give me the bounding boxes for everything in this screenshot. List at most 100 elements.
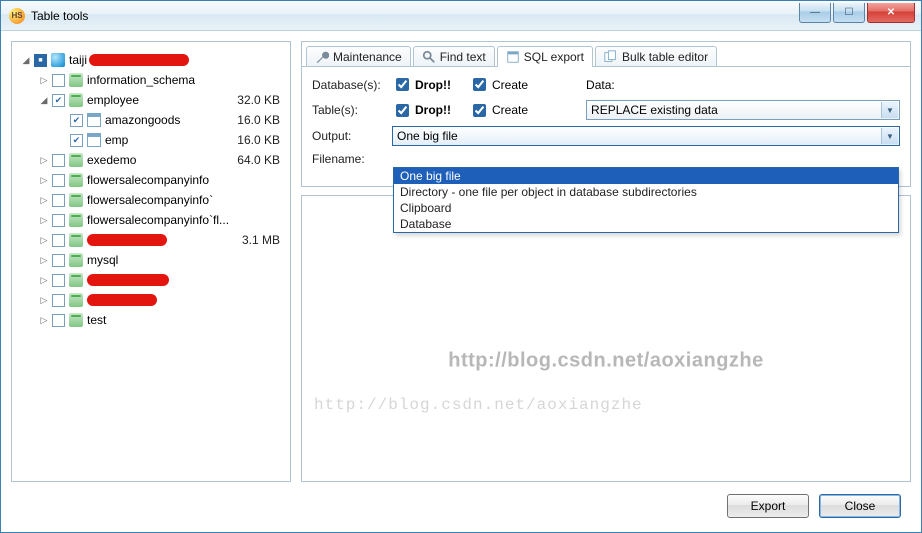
database-icon [69, 173, 83, 187]
checkbox-input[interactable] [473, 104, 486, 117]
tab-bulk[interactable]: Bulk table editor [595, 46, 717, 67]
checkbox-icon[interactable] [52, 274, 65, 287]
checkbox-icon[interactable] [52, 314, 65, 327]
checkbox-icon[interactable] [70, 114, 83, 127]
redaction [87, 234, 167, 246]
chevron-down-icon[interactable]: ▼ [881, 128, 898, 144]
tree-item[interactable]: ▷ 3.1 MB [16, 230, 286, 250]
expander-icon[interactable]: ▷ [38, 295, 50, 306]
checkbox-icon[interactable] [52, 294, 65, 307]
tree-root-label: taiji [69, 53, 87, 67]
tree-item[interactable]: ▷ flowersalecompanyinfo` [16, 190, 286, 210]
expander-icon[interactable]: ▷ [38, 195, 50, 206]
expander-icon[interactable]: ▷ [38, 235, 50, 246]
tab-sql-export[interactable]: SQL export [497, 46, 593, 67]
chevron-down-icon[interactable]: ▼ [881, 102, 898, 118]
tree-item[interactable]: ▷ emp 16.0 KB [16, 130, 286, 150]
checkbox-label: Drop!! [415, 78, 451, 92]
expander-icon[interactable]: ▷ [38, 255, 50, 266]
row-output: Output: One big file ▼ [312, 126, 900, 146]
dropdown-item-database[interactable]: Database [394, 216, 898, 232]
checkbox-icon[interactable] [52, 234, 65, 247]
expander-icon[interactable]: ▷ [38, 215, 50, 226]
maximize-button[interactable]: ☐ [833, 3, 865, 23]
expander-icon[interactable]: ▷ [38, 315, 50, 326]
checkbox-label: Drop!! [415, 103, 451, 117]
expander-icon[interactable]: ▷ [38, 75, 50, 86]
export-button[interactable]: Export [727, 494, 809, 518]
checkbox-icon[interactable] [34, 54, 47, 67]
tree-panel: ◢ taiji ▷ information_schema ◢ employ [11, 41, 291, 482]
database-icon [69, 213, 83, 227]
tree-item[interactable]: ▷ amazongoods 16.0 KB [16, 110, 286, 130]
minimize-button[interactable]: — [799, 3, 831, 23]
db-drop-checkbox[interactable]: Drop!! [392, 75, 451, 94]
checkbox-input[interactable] [473, 78, 486, 91]
tbl-create-checkbox[interactable]: Create [469, 101, 528, 120]
tree-item-size: 16.0 KB [237, 133, 280, 147]
tree-root[interactable]: ◢ taiji [16, 50, 286, 70]
tree-item-label: flowersalecompanyinfo` [87, 193, 213, 207]
tree-item[interactable]: ▷ information_schema [16, 70, 286, 90]
tree-item-size: 16.0 KB [237, 113, 280, 127]
checkbox-icon[interactable] [52, 74, 65, 87]
expander-icon[interactable]: ▷ [38, 155, 50, 166]
tab-find[interactable]: Find text [413, 46, 495, 67]
tab-body: Database(s): Drop!! Create Data: Table(s… [302, 66, 910, 186]
databases-label: Database(s): [312, 78, 384, 92]
checkbox-input[interactable] [396, 78, 409, 91]
close-button[interactable]: Close [819, 494, 901, 518]
window-close-button[interactable]: ✕ [867, 3, 915, 23]
tab-label: Maintenance [333, 50, 402, 64]
data-combo[interactable]: REPLACE existing data ▼ [586, 100, 900, 120]
checkbox-input[interactable] [396, 104, 409, 117]
checkbox-icon[interactable] [52, 94, 65, 107]
database-icon [69, 313, 83, 327]
checkbox-icon[interactable] [52, 254, 65, 267]
db-create-checkbox[interactable]: Create [469, 75, 528, 94]
tree-item-label: mysql [87, 253, 118, 267]
client-area: ◢ taiji ▷ information_schema ◢ employ [1, 31, 921, 532]
row-tables: Table(s): Drop!! Create REPLACE existing… [312, 100, 900, 120]
tab-maintenance[interactable]: Maintenance [306, 46, 411, 67]
tree-item-label: amazongoods [105, 113, 180, 127]
tree-item-label: test [87, 313, 106, 327]
expander-icon[interactable]: ▷ [38, 275, 50, 286]
expander-icon[interactable]: ▷ [38, 175, 50, 186]
checkbox-icon[interactable] [52, 194, 65, 207]
combo-value: REPLACE existing data [591, 103, 718, 117]
tab-label: Find text [440, 50, 486, 64]
checkbox-icon[interactable] [52, 174, 65, 187]
tree-item-label: flowersalecompanyinfo`fl... [87, 213, 229, 227]
tree-item[interactable]: ▷ flowersalecompanyinfo [16, 170, 286, 190]
redaction [89, 54, 189, 66]
tree-item[interactable]: ▷ exedemo 64.0 KB [16, 150, 286, 170]
dropdown-item-one-big-file[interactable]: One big file [394, 168, 898, 184]
window: HS Table tools — ☐ ✕ ◢ taiji ▷ [0, 0, 922, 533]
combo-value: One big file [397, 129, 458, 143]
tree-item[interactable]: ▷ mysql [16, 250, 286, 270]
output-dropdown: One big file Directory - one file per ob… [393, 167, 899, 233]
tree-item[interactable]: ▷ test [16, 310, 286, 330]
tree-item[interactable]: ▷ [16, 270, 286, 290]
titlebar[interactable]: HS Table tools — ☐ ✕ [1, 1, 921, 31]
tbl-drop-checkbox[interactable]: Drop!! [392, 101, 451, 120]
output-combo[interactable]: One big file ▼ [392, 126, 900, 146]
checkbox-icon[interactable] [52, 214, 65, 227]
output-label: Output: [312, 129, 384, 143]
tree-item-employee[interactable]: ◢ employee 32.0 KB [16, 90, 286, 110]
checkbox-icon[interactable] [52, 154, 65, 167]
options-panel: Maintenance Find text SQL export Bu [301, 41, 911, 187]
tree-item-label: information_schema [87, 73, 195, 87]
bulk-icon [604, 50, 618, 64]
dropdown-item-clipboard[interactable]: Clipboard [394, 200, 898, 216]
expander-icon[interactable]: ◢ [20, 55, 32, 66]
dropdown-item-directory[interactable]: Directory - one file per object in datab… [394, 184, 898, 200]
tree-item-size: 32.0 KB [237, 93, 280, 107]
expander-icon[interactable]: ◢ [38, 95, 50, 106]
wrench-icon [315, 50, 329, 64]
tree-item[interactable]: ▷ [16, 290, 286, 310]
button-label: Close [845, 499, 876, 513]
tree-item[interactable]: ▷ flowersalecompanyinfo`fl... [16, 210, 286, 230]
checkbox-icon[interactable] [70, 134, 83, 147]
